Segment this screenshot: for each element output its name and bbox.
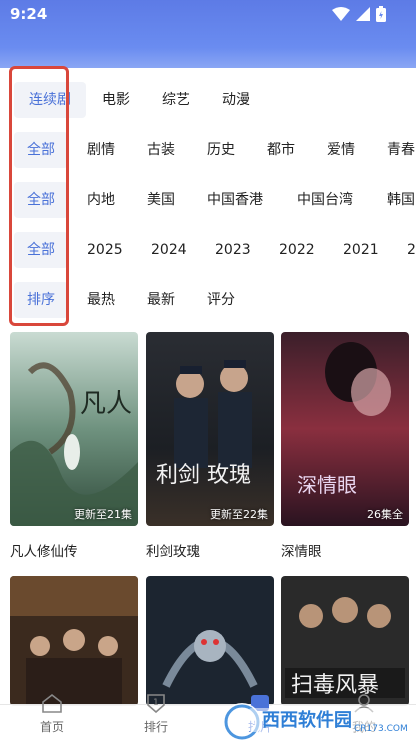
filter-panel: 连续剧 电影 综艺 动漫 全部 剧情 古装 历史 都市 爱情 青春 全部 内地 … — [0, 76, 416, 326]
filter-option[interactable]: 最热 — [87, 280, 115, 320]
filter-option[interactable]: 中国香港 — [207, 180, 263, 220]
video-card[interactable]: 凡人 更新至21集 凡人修仙传 — [10, 332, 138, 560]
watermark-domain: CR173.COM — [354, 724, 408, 734]
filter-option[interactable]: 2022 — [279, 230, 315, 270]
filter-option[interactable]: 2021 — [343, 230, 379, 270]
status-bar: 9:24 — [0, 0, 416, 30]
poster-image: 深情眼 26集全 — [281, 332, 409, 526]
svg-text:1: 1 — [153, 698, 159, 708]
battery-icon — [376, 6, 386, 22]
episode-badge: 26集全 — [367, 508, 403, 521]
svg-text:凡人: 凡人 — [80, 389, 132, 419]
svg-text:深情眼: 深情眼 — [297, 473, 357, 497]
filter-row-genre: 全部 剧情 古装 历史 都市 爱情 青春 — [0, 130, 416, 170]
filter-option[interactable]: 动漫 — [222, 80, 250, 120]
filter-option[interactable]: 韩国 — [387, 180, 415, 220]
filter-selected-year[interactable]: 全部 — [14, 232, 68, 268]
filter-option[interactable]: 爱情 — [327, 130, 355, 170]
card-title: 利剑玫瑰 — [146, 544, 200, 560]
poster-image[interactable] — [10, 576, 138, 706]
wifi-icon — [332, 7, 350, 21]
filter-selected-region[interactable]: 全部 — [14, 182, 68, 218]
ranking-icon: 1 — [147, 694, 165, 713]
svg-text:利剑 玫瑰: 利剑 玫瑰 — [156, 463, 251, 488]
home-icon — [42, 693, 62, 713]
poster-image: 凡人 更新至21集 — [10, 332, 138, 526]
filter-option[interactable]: 青春 — [387, 130, 415, 170]
card-title: 凡人修仙传 — [10, 544, 78, 560]
signal-icon — [356, 7, 370, 21]
filter-row-sort: 排序 最热 最新 评分 — [0, 280, 416, 320]
filter-option[interactable]: 综艺 — [162, 80, 190, 120]
filter-option[interactable]: 最新 — [147, 280, 175, 320]
filter-selected-category[interactable]: 连续剧 — [14, 82, 86, 118]
watermark-text: 西西软件园 — [262, 710, 352, 731]
filter-selected-genre[interactable]: 全部 — [14, 132, 68, 168]
video-card[interactable]: 深情眼 26集全 深情眼 — [281, 332, 409, 560]
filter-option[interactable]: 古装 — [147, 130, 175, 170]
tab-label: 首页 — [39, 720, 64, 734]
card-title: 深情眼 — [281, 544, 322, 560]
filter-row-year: 全部 2025 2024 2023 2022 2021 2 — [0, 230, 416, 270]
tab-home[interactable]: 首页 — [12, 693, 92, 740]
watermark: 西西软件园 CR173.COM — [218, 700, 408, 740]
filter-row-category: 连续剧 电影 综艺 动漫 — [0, 80, 416, 120]
filter-option[interactable]: 剧情 — [87, 130, 115, 170]
filter-option[interactable]: 都市 — [267, 130, 295, 170]
episode-badge: 更新至22集 — [210, 508, 268, 521]
filter-row-region: 全部 内地 美国 中国香港 中国台湾 韩国 — [0, 180, 416, 220]
filter-option[interactable]: 2024 — [151, 230, 187, 270]
video-card[interactable]: 利剑 玫瑰 更新至22集 利剑玫瑰 — [146, 332, 274, 560]
status-icons — [332, 6, 386, 22]
tab-ranking[interactable]: 1 排行 — [116, 694, 196, 740]
status-time: 9:24 — [10, 5, 48, 23]
filter-option[interactable]: 2 — [407, 230, 416, 270]
tab-label: 排行 — [143, 720, 168, 734]
filter-option[interactable]: 评分 — [207, 280, 235, 320]
poster-image: 利剑 玫瑰 更新至22集 — [146, 332, 274, 526]
filter-option[interactable]: 中国台湾 — [297, 180, 353, 220]
filter-option[interactable]: 2025 — [87, 230, 123, 270]
filter-option[interactable]: 电影 — [102, 80, 130, 120]
poster-image[interactable]: 扫毒风暴 — [281, 576, 409, 706]
episode-badge: 更新至21集 — [74, 508, 132, 521]
filter-option[interactable]: 内地 — [87, 180, 115, 220]
filter-option[interactable]: 美国 — [147, 180, 175, 220]
poster-image[interactable] — [146, 576, 274, 706]
filter-selected-sort[interactable]: 排序 — [14, 282, 68, 318]
filter-option[interactable]: 历史 — [207, 130, 235, 170]
filter-option[interactable]: 2023 — [215, 230, 251, 270]
